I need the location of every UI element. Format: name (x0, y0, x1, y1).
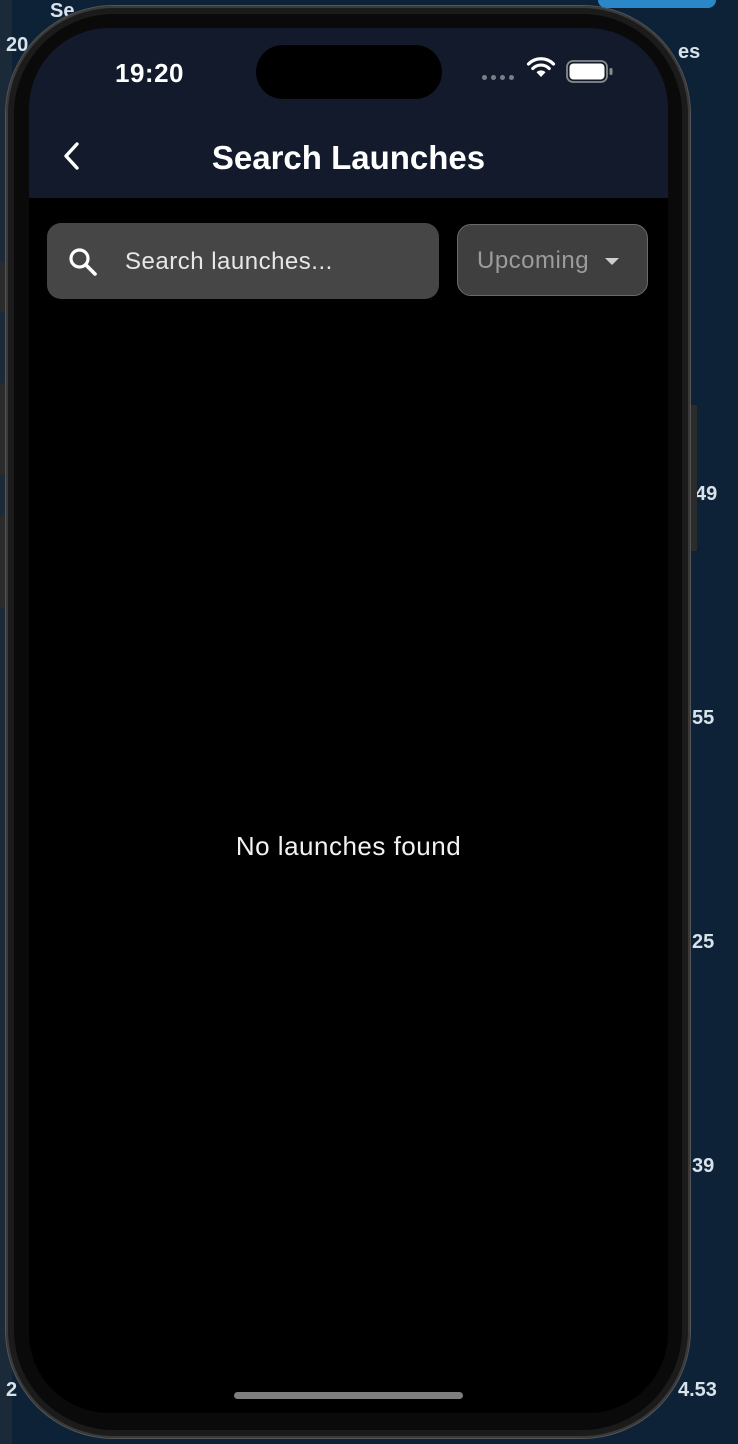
caret-down-icon (605, 258, 619, 265)
battery-icon (566, 60, 613, 83)
dynamic-island (256, 45, 442, 99)
background-text: 4.53 (678, 1379, 717, 1401)
power-button (690, 405, 697, 551)
background-text: 2 (6, 1379, 18, 1401)
status-time: 19:20 (115, 58, 184, 88)
empty-state-message: No launches found (235, 831, 462, 861)
status-filter-dropdown[interactable]: Upcoming (457, 224, 648, 296)
background-button (598, 0, 716, 8)
search-field[interactable] (47, 223, 439, 301)
background-text: 39 (692, 1155, 715, 1177)
wifi-icon (526, 57, 556, 77)
background-text: 49 (695, 483, 718, 505)
page-title: Search Launches (211, 139, 486, 176)
app-header: 19:20 Search Launches (29, 28, 668, 198)
search-input[interactable] (123, 223, 427, 301)
background-text: es (678, 41, 701, 63)
search-icon (69, 248, 97, 276)
home-indicator[interactable] (234, 1392, 463, 1399)
app-screen: 19:20 Search Launches Upcoming (29, 28, 668, 1413)
filter-selected-label: Upcoming (477, 247, 590, 274)
cellular-signal-icon (482, 75, 514, 80)
background-text: 55 (692, 707, 715, 729)
background-text: 25 (692, 931, 715, 953)
